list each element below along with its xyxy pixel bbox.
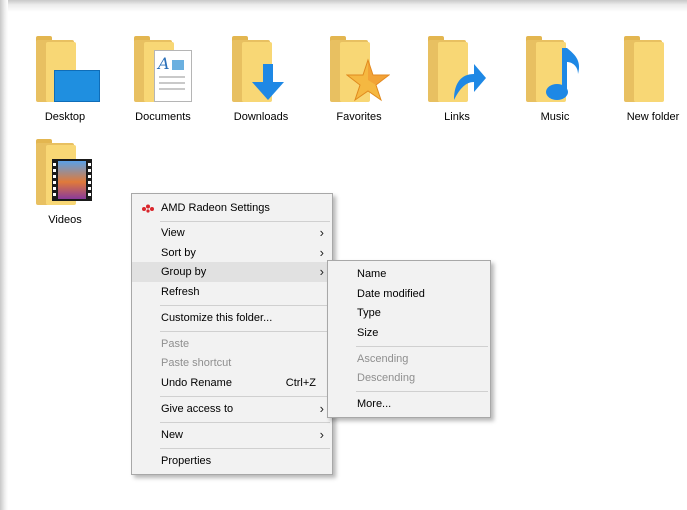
folder-label: Links <box>444 111 470 123</box>
menu-item-label: Name <box>357 268 387 280</box>
menu-item-group-by[interactable]: Group by › <box>132 262 332 282</box>
folder-label: Downloads <box>233 111 289 123</box>
folder-label: New folder <box>626 111 680 123</box>
menu-item-undo-rename[interactable]: Undo Rename Ctrl+Z <box>132 373 332 393</box>
menu-item-label: Descending <box>357 372 416 384</box>
documents-folder-icon: A <box>130 36 196 108</box>
submenu-item-ascending: Ascending <box>328 349 490 369</box>
menu-separator <box>160 396 330 397</box>
downloads-folder-icon <box>228 36 294 108</box>
menu-item-label: Type <box>357 307 381 319</box>
chevron-right-icon: › <box>319 401 324 416</box>
menu-item-label: Sort by <box>161 247 196 259</box>
menu-separator <box>160 448 330 449</box>
menu-item-label: View <box>161 227 185 239</box>
folder-desktop[interactable]: Desktop <box>22 36 108 123</box>
menu-separator <box>160 331 330 332</box>
favorites-folder-icon <box>326 36 392 108</box>
submenu-item-date-modified[interactable]: Date modified <box>328 284 490 304</box>
submenu-item-name[interactable]: Name <box>328 264 490 284</box>
submenu-item-descending: Descending <box>328 368 490 388</box>
menu-item-label: Group by <box>161 266 207 278</box>
menu-item-label: Size <box>357 327 379 339</box>
menu-item-label: Properties <box>161 455 212 467</box>
folder-music[interactable]: Music <box>512 36 598 123</box>
context-menu: AMD Radeon Settings View › Sort by › Gro… <box>131 193 333 475</box>
group-by-submenu: Name Date modified Type Size Ascending D… <box>327 260 491 418</box>
menu-item-label: Paste <box>161 338 190 350</box>
keyboard-shortcut: Ctrl+Z <box>285 377 316 389</box>
folder-documents[interactable]: A Documents <box>120 36 206 123</box>
menu-item-label: More... <box>357 398 392 410</box>
menu-separator <box>160 221 330 222</box>
chevron-right-icon: › <box>319 264 324 279</box>
menu-item-paste-shortcut: Paste shortcut <box>132 353 332 373</box>
menu-item-label: Paste shortcut <box>161 357 232 369</box>
window-top-edge <box>0 0 687 12</box>
desktop-folder-icon <box>32 36 100 108</box>
menu-item-amd-radeon-settings[interactable]: AMD Radeon Settings <box>132 198 332 218</box>
menu-separator <box>160 305 330 306</box>
menu-separator <box>160 422 330 423</box>
menu-item-label: Ascending <box>357 353 409 365</box>
links-folder-icon <box>424 36 490 108</box>
folder-label: Videos <box>48 214 82 226</box>
videos-folder-icon <box>32 139 98 211</box>
music-folder-icon <box>522 36 588 108</box>
submenu-item-size[interactable]: Size <box>328 323 490 343</box>
folder-icon <box>620 36 686 108</box>
menu-item-label: AMD Radeon Settings <box>161 202 270 214</box>
folder-label: Favorites <box>336 111 382 123</box>
menu-item-new[interactable]: New › <box>132 425 332 445</box>
menu-item-label: Refresh <box>161 286 200 298</box>
folder-downloads[interactable]: Downloads <box>218 36 304 123</box>
menu-item-properties[interactable]: Properties <box>132 451 332 471</box>
menu-item-label: Give access to <box>161 403 234 415</box>
amd-radeon-icon <box>142 204 154 213</box>
menu-item-label: Undo Rename <box>161 377 232 389</box>
menu-item-customize-folder[interactable]: Customize this folder... <box>132 308 332 328</box>
chevron-right-icon: › <box>319 245 324 260</box>
folder-links[interactable]: Links <box>414 36 500 123</box>
menu-item-refresh[interactable]: Refresh <box>132 282 332 302</box>
folder-videos[interactable]: Videos <box>22 139 108 226</box>
menu-item-view[interactable]: View › <box>132 223 332 243</box>
folder-label: Music <box>540 111 570 123</box>
menu-separator <box>356 391 488 392</box>
menu-item-label: Date modified <box>357 288 425 300</box>
window-left-edge <box>0 0 8 510</box>
menu-separator <box>356 346 488 347</box>
chevron-right-icon: › <box>319 427 324 442</box>
submenu-item-type[interactable]: Type <box>328 303 490 323</box>
menu-item-sort-by[interactable]: Sort by › <box>132 243 332 263</box>
folder-label: Desktop <box>44 111 86 123</box>
folder-new-folder[interactable]: New folder <box>610 36 687 123</box>
menu-item-label: Customize this folder... <box>161 312 273 324</box>
submenu-item-more[interactable]: More... <box>328 394 490 414</box>
folder-favorites[interactable]: Favorites <box>316 36 402 123</box>
menu-item-label: New <box>161 429 184 441</box>
menu-item-give-access[interactable]: Give access to › <box>132 399 332 419</box>
chevron-right-icon: › <box>319 225 324 240</box>
folder-label: Documents <box>135 111 191 123</box>
menu-item-paste: Paste <box>132 334 332 354</box>
